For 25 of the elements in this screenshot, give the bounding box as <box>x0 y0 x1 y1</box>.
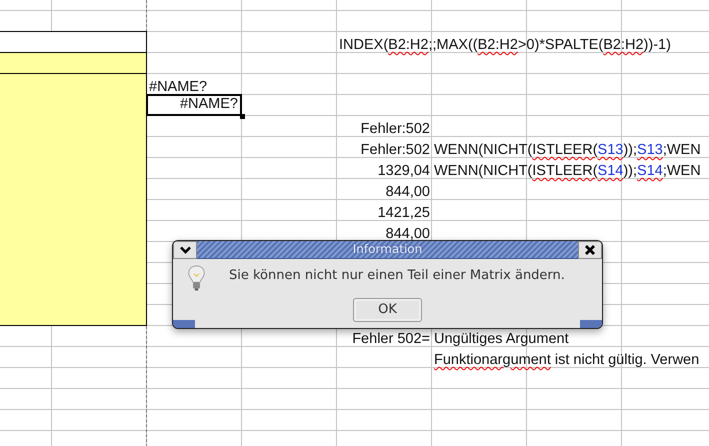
chevron-down-icon <box>180 246 190 254</box>
light-bulb-icon <box>187 264 206 292</box>
close-icon <box>585 245 595 255</box>
window-title: Information <box>197 241 578 258</box>
cell-text: WENN(NICHT(ISTLEER(S13));S13;WEN <box>433 142 702 158</box>
cell-text: INDEX(B2:H2;;MAX((B2:H2>0)*SPALTE(B2:H2))-1) <box>338 37 672 53</box>
close-button[interactable] <box>578 241 602 259</box>
cell-text: Funktionargument ist nicht gültig. Verwen <box>433 352 700 368</box>
cell-text: 1421,25 <box>376 205 431 221</box>
resize-handle[interactable] <box>580 320 602 328</box>
selected-cell[interactable]: #NAME? <box>146 94 242 116</box>
cell-text: Fehler:502 <box>360 121 431 137</box>
cell-text: Fehler 502= <box>351 331 431 347</box>
cell-text: Ungültiges Argument <box>433 331 570 347</box>
cell-text: 1329,04 <box>376 163 431 179</box>
ok-button[interactable]: OK <box>353 298 422 322</box>
cell-text: 844,00 <box>384 184 431 200</box>
cell-text: #NAME? <box>148 79 208 95</box>
fill-handle[interactable] <box>240 114 245 119</box>
dialog-message: Sie können nicht nur einen Teil einer Matrix ändern. <box>229 267 565 285</box>
cell-text: 844,00 <box>384 226 431 242</box>
menu-button[interactable] <box>173 241 197 259</box>
cell-text: Fehler:502 <box>360 142 431 158</box>
cell-text: WENN(NICHT(ISTLEER(S14));S14;WEN <box>433 163 702 179</box>
resize-handle[interactable] <box>173 320 195 328</box>
